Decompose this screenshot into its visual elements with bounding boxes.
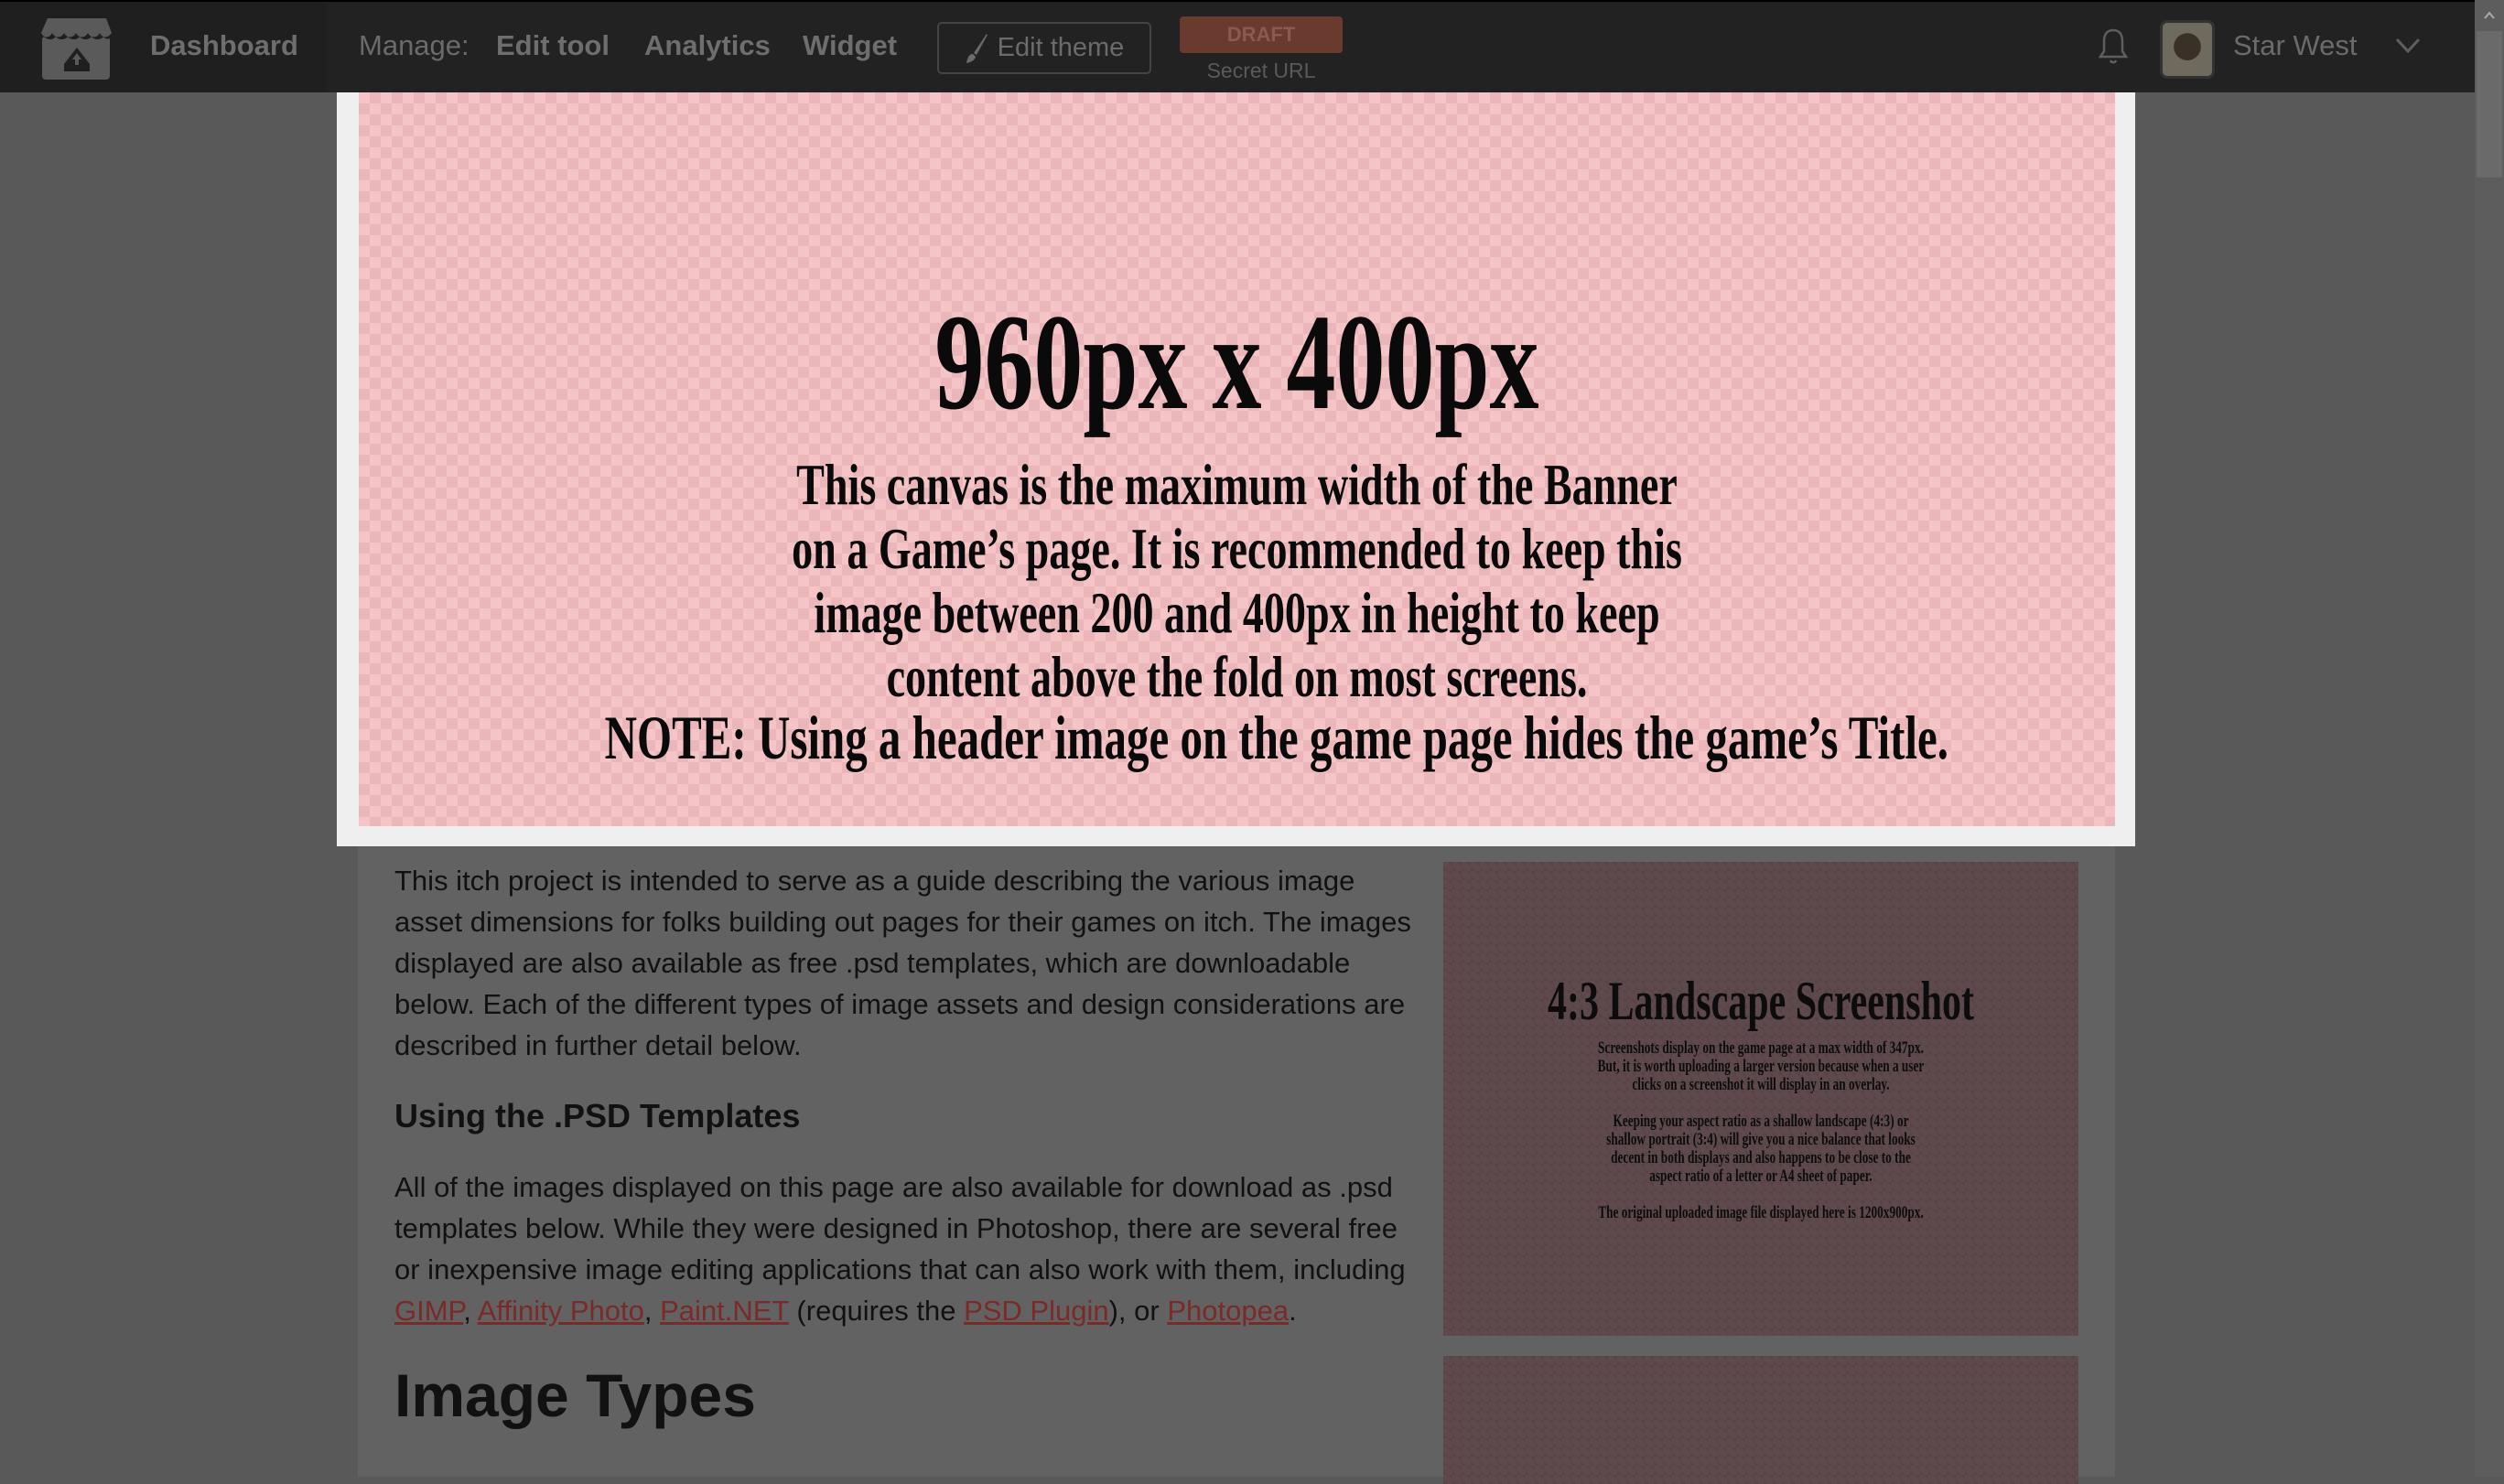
text-line: Screenshots display on the game page at … <box>1598 1038 1924 1058</box>
text-line: shallow portrait (3:4) will give you a n… <box>1606 1130 1916 1149</box>
description: This itch project is intended to serve a… <box>394 860 1419 1432</box>
draft-badge: DRAFT <box>1180 16 1343 53</box>
edit-tool-link[interactable]: Edit tool <box>496 29 610 62</box>
analytics-link[interactable]: Analytics <box>644 29 771 62</box>
psd-heading: Using the .PSD Templates <box>394 1097 801 1135</box>
itch-logo-icon[interactable] <box>40 16 113 81</box>
scroll-up-icon[interactable] <box>2483 11 2496 20</box>
or-text: ), or <box>1108 1295 1168 1327</box>
text-line: aspect ratio of a letter or A4 sheet of … <box>1649 1167 1873 1186</box>
text-line: clicks on a screenshot it will display i… <box>1632 1075 1890 1094</box>
banner-line: content above the fold on most screens. <box>886 644 1588 709</box>
edit-theme-button[interactable]: Edit theme <box>937 22 1151 74</box>
intro-paragraph: This itch project is intended to serve a… <box>394 865 1411 1061</box>
screenshot-text-3: The original uploaded image file display… <box>1598 1203 1924 1222</box>
screenshot-thumbnail[interactable] <box>1443 1356 2078 1484</box>
manage-label: Manage: <box>359 29 470 61</box>
paint-net-link[interactable]: Paint.NET <box>660 1295 789 1327</box>
psd-plugin-link[interactable]: PSD Plugin <box>964 1295 1109 1327</box>
avatar[interactable] <box>2160 20 2215 79</box>
image-types-heading: Image Types <box>394 1361 756 1429</box>
scrollbar[interactable] <box>2475 0 2504 1477</box>
text-line: But, it is worth uploading a larger vers… <box>1597 1057 1925 1076</box>
photopea-link[interactable]: Photopea <box>1167 1295 1289 1327</box>
banner-line: on a Game’s page. It is recommended to k… <box>792 516 1682 581</box>
requires-text: (requires the <box>788 1295 965 1327</box>
top-nav: Dashboard Manage: Edit tool Analytics Wi… <box>0 0 2475 92</box>
text-line: decent in both displays and also happens… <box>1611 1148 1911 1167</box>
widget-link[interactable]: Widget <box>803 29 897 62</box>
username[interactable]: Star West <box>2233 29 2358 62</box>
scrollbar-thumb[interactable] <box>2477 31 2502 177</box>
period: . <box>1289 1295 1297 1327</box>
paintbrush-icon <box>966 33 988 63</box>
psd-paragraph: All of the images displayed on this page… <box>394 1167 1419 1331</box>
edit-theme-label: Edit theme <box>997 33 1125 62</box>
screenshot-thumbnail[interactable]: 4:3 Landscape Screenshot Screenshots dis… <box>1443 862 2078 1336</box>
affinity-photo-link[interactable]: Affinity Photo <box>478 1295 644 1327</box>
banner-note: NOTE: Using a header image on the game p… <box>604 703 1948 772</box>
secret-url-link[interactable]: Secret URL <box>1180 59 1343 83</box>
banner-image: 960px x 400px This canvas is the maximum… <box>359 92 2115 826</box>
banner-line: image between 200 and 400px in height to… <box>814 580 1660 645</box>
banner-title: 960px x 400px <box>934 286 1539 438</box>
dashboard-link[interactable]: Dashboard <box>150 29 298 62</box>
logo-area: Dashboard <box>0 2 326 92</box>
text-line: Keeping your aspect ratio as a shallow l… <box>1613 1112 1909 1131</box>
separator: , <box>463 1295 478 1327</box>
screenshot-text-1: Screenshots display on the game page at … <box>1443 1039 2078 1094</box>
bell-icon[interactable] <box>2098 27 2129 66</box>
screenshot-text-2: Keeping your aspect ratio as a shallow l… <box>1443 1113 2078 1186</box>
screenshot-title: 4:3 Landscape Screenshot <box>1548 971 1974 1031</box>
chevron-down-icon[interactable] <box>2394 37 2422 55</box>
psd-text: All of the images displayed on this page… <box>394 1171 1406 1285</box>
gimp-link[interactable]: GIMP <box>394 1295 463 1327</box>
separator: , <box>643 1295 661 1327</box>
banner-line: This canvas is the maximum width of the … <box>796 452 1678 517</box>
